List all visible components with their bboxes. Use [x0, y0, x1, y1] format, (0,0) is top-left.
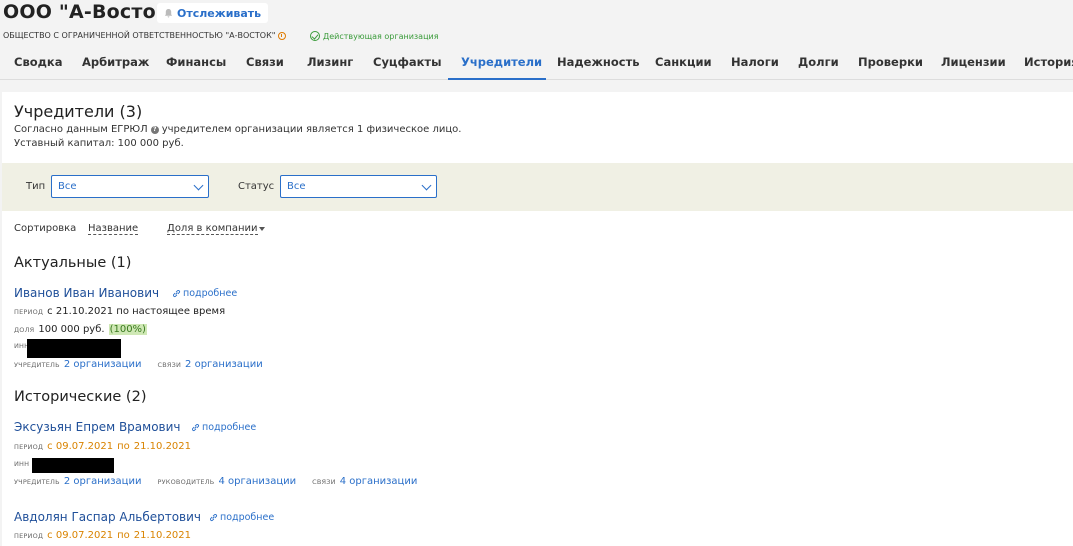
link-icon [209, 513, 218, 522]
period-row: ПЕРИОД с 09.07.2021 по 21.10.2021 [14, 441, 191, 452]
more-link-text: подробнее [202, 422, 257, 433]
org-status-text: Действующая организация [323, 31, 439, 41]
period-value: с 21.10.2021 по настоящее время [47, 306, 226, 317]
share-row: ДОЛЯ 100 000 руб. (100%) [14, 324, 147, 335]
tab-taxes[interactable]: Налоги [731, 50, 779, 80]
more-link-text: подробнее [220, 512, 275, 523]
tab-facts[interactable]: Суцфакты [373, 50, 442, 80]
link-icon [172, 289, 181, 298]
tab-history[interactable]: История [1024, 50, 1073, 80]
more-link[interactable]: подробнее [172, 288, 237, 299]
share-value: 100 000 руб. [38, 324, 105, 335]
more-link[interactable]: подробнее [209, 512, 274, 523]
chevron-down-icon [421, 180, 432, 191]
tab-links[interactable]: Связи [246, 50, 284, 80]
redacted-inn [27, 339, 121, 358]
more-link-text: подробнее [183, 288, 238, 299]
track-button[interactable]: Отслеживать [157, 3, 269, 23]
period-label: ПЕРИОД [14, 308, 44, 316]
inn-label: ИНН [14, 460, 30, 468]
roles-row: УЧРЕДИТЕЛЬ 2 организации РУКОВОДИТЕЛЬ 4 … [14, 476, 417, 487]
director-orgs-link[interactable]: 4 организации [218, 476, 296, 487]
source-text-pre: Согласно данным ЕГРЮЛ [14, 124, 148, 135]
director-label: РУКОВОДИТЕЛЬ [157, 478, 215, 486]
share-label: ДОЛЯ [14, 326, 35, 334]
tab-debts[interactable]: Долги [798, 50, 839, 80]
tab-inspections[interactable]: Проверки [858, 50, 923, 80]
track-label: Отслеживать [177, 6, 262, 20]
person-name-link[interactable]: Иванов Иван Иванович [14, 286, 159, 300]
source-text-post: учредителем организации является 1 физич… [161, 124, 462, 135]
period-from: с 09.07.2021 [47, 441, 114, 452]
period-to: 21.10.2021 [133, 530, 192, 541]
filter-bar: Тип Все Статус Все [2, 163, 1073, 211]
links-label: СВЯЗИ [157, 361, 182, 369]
status-label: Статус [238, 181, 275, 192]
founders-panel: Учредители (3) Согласно данным ЕГРЮЛ ? у… [2, 92, 1073, 546]
period-to: 21.10.2021 [133, 441, 192, 452]
period-label: ПЕРИОД [14, 443, 44, 451]
type-label: Тип [26, 181, 46, 192]
type-select[interactable]: Все [51, 175, 209, 198]
inn-row: ИНН [14, 460, 29, 468]
period-by: по [117, 530, 130, 541]
more-link[interactable]: подробнее [191, 422, 256, 433]
tab-bar: Сводка Арбитраж Финансы Связи Лизинг Суц… [0, 50, 1073, 80]
link-icon [191, 423, 200, 432]
source-line: Согласно данным ЕГРЮЛ ? учредителем орга… [14, 124, 461, 135]
period-label: ПЕРИОД [14, 532, 44, 540]
sort-by-name[interactable]: Название [88, 223, 139, 235]
tab-arbitration[interactable]: Арбитраж [82, 50, 149, 80]
org-title: ООО "А-Восток" [3, 1, 180, 23]
links-label: СВЯЗИ [312, 478, 336, 486]
period-row: ПЕРИОД с 21.10.2021 по настоящее время [14, 306, 225, 317]
tab-leasing[interactable]: Лизинг [307, 50, 353, 80]
founder-orgs-link[interactable]: 2 организации [64, 359, 142, 370]
type-select-value: Все [58, 181, 77, 192]
capital-line: Уставный капитал: 100 000 руб. [14, 138, 184, 149]
redacted-inn [32, 458, 114, 473]
founder-orgs-link[interactable]: 2 организации [64, 476, 142, 487]
chevron-down-icon [193, 180, 204, 191]
tab-founders[interactable]: Учредители [461, 50, 542, 80]
founder-label: УЧРЕДИТЕЛЬ [14, 478, 60, 486]
org-status: Действующая организация [310, 31, 439, 41]
period-row: ПЕРИОД с 09.07.2021 по 21.10.2021 [14, 530, 191, 541]
period-by: по [117, 441, 130, 452]
status-select-value: Все [287, 181, 306, 192]
tab-summary[interactable]: Сводка [14, 50, 62, 80]
tab-licenses[interactable]: Лицензии [941, 50, 1006, 80]
tab-sanctions[interactable]: Санкции [655, 50, 712, 80]
org-full-name: ОБЩЕСТВО С ОГРАНИЧЕННОЙ ОТВЕТСТВЕННОСТЬЮ… [3, 31, 287, 40]
question-icon[interactable]: ? [150, 125, 159, 134]
links-orgs-link[interactable]: 2 организации [185, 359, 263, 370]
org-full-name-text: ОБЩЕСТВО С ОГРАНИЧЕННОЙ ОТВЕТСТВЕННОСТЬЮ… [3, 31, 276, 40]
sort-label: Сортировка [14, 223, 77, 234]
founder-label: УЧРЕДИТЕЛЬ [14, 361, 60, 369]
links-orgs-link[interactable]: 4 организации [340, 476, 418, 487]
roles-row: УЧРЕДИТЕЛЬ 2 организации СВЯЗИ 2 организ… [14, 359, 263, 370]
historical-title: Исторические (2) [14, 389, 147, 405]
caret-down-icon [259, 227, 265, 231]
status-select[interactable]: Все [280, 175, 437, 198]
tab-reliability[interactable]: Надежность [557, 50, 640, 80]
bell-icon [164, 8, 173, 18]
check-circle-icon [310, 31, 320, 41]
section-title: Учредители (3) [14, 102, 143, 121]
active-tab-indicator [448, 78, 546, 80]
info-warning-icon[interactable] [278, 31, 287, 40]
person-name-link[interactable]: Эксузьян Епрем Врамович [14, 420, 181, 434]
person-name-link[interactable]: Авдолян Гаспар Альбертович [14, 510, 201, 524]
share-percent-badge: (100%) [108, 324, 147, 335]
current-title: Актуальные (1) [14, 255, 132, 271]
sort-by-share[interactable]: Доля в компании [167, 223, 258, 235]
header: ООО "А-Восток" Отслеживать ОБЩЕСТВО С ОГ… [0, 0, 1073, 90]
tab-finance[interactable]: Финансы [166, 50, 226, 80]
period-from: с 09.07.2021 [47, 530, 114, 541]
